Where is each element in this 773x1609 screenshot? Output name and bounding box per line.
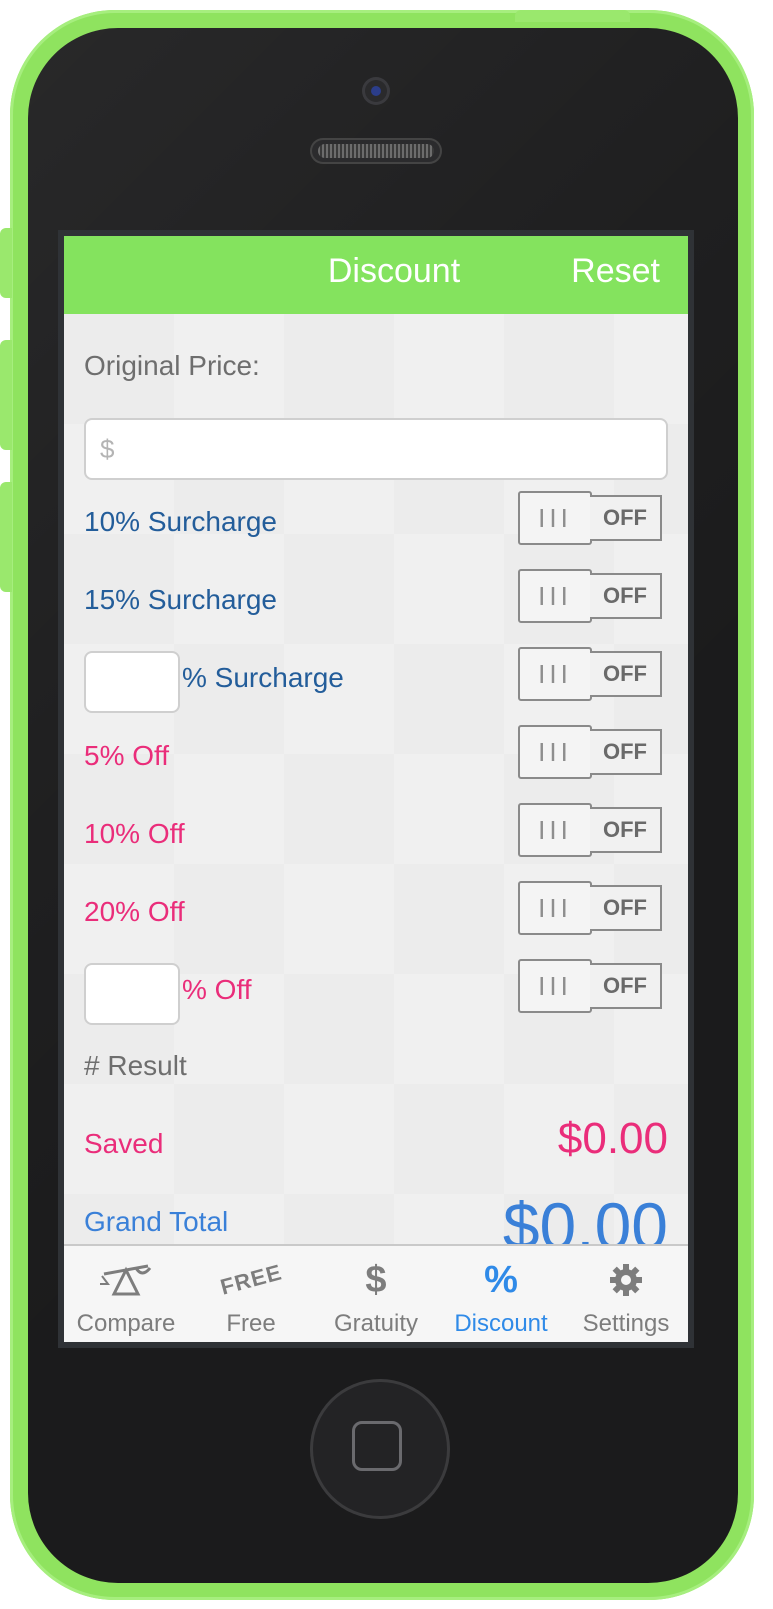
original-price-label: Original Price: (84, 350, 260, 381)
tab-label: Discount (454, 1310, 548, 1337)
tab-label: Settings (582, 1310, 670, 1337)
toggle-state: OFF (590, 651, 662, 697)
dollar-glyph: $ (365, 1258, 387, 1301)
toggle-grip: III (518, 959, 592, 1013)
tab-free[interactable]: FREE Free (189, 1246, 313, 1342)
surcharge-10-label: 10% Surcharge (84, 506, 278, 537)
toggle-state: OFF (590, 573, 662, 619)
custom-off-input[interactable] (84, 963, 180, 1025)
saved-label: Saved (84, 1128, 164, 1159)
tab-label: Gratuity (333, 1310, 419, 1337)
toggle-state: OFF (590, 495, 662, 541)
toggle-grip: III (518, 725, 592, 779)
grand-total-label: Grand Total (84, 1206, 229, 1237)
price-placeholder: $ (100, 434, 115, 464)
toggle-state: OFF (590, 963, 662, 1009)
percent-icon: % (439, 1258, 563, 1301)
tab-gratuity[interactable]: $ Gratuity (314, 1246, 438, 1342)
toggle-grip: III (518, 569, 592, 623)
volume-up-button (0, 340, 12, 450)
tab-discount[interactable]: % Discount (439, 1246, 563, 1342)
gear-icon (564, 1260, 688, 1300)
off-5-label: 5% Off (84, 740, 170, 771)
surcharge-15-label: 15% Surcharge (84, 584, 278, 615)
earpiece-speaker (310, 138, 442, 164)
front-camera (362, 77, 390, 105)
off-10-toggle[interactable]: III OFF (518, 803, 662, 857)
tab-compare[interactable]: Compare (64, 1246, 188, 1342)
tab-bar: Compare FREE Free $ Gratuity % Discount (64, 1244, 688, 1342)
free-icon-text: FREE (217, 1259, 285, 1300)
off-20-toggle[interactable]: III OFF (518, 881, 662, 935)
free-icon: FREE (189, 1259, 313, 1300)
custom-off-label: % Off (182, 974, 252, 1005)
surcharge-15-toggle[interactable]: III OFF (518, 569, 662, 623)
off-10-label: 10% Off (84, 818, 185, 849)
tab-settings[interactable]: Settings (564, 1246, 688, 1342)
scale-icon (64, 1260, 188, 1300)
tab-label: Free (226, 1310, 276, 1337)
percent-glyph: % (484, 1258, 518, 1301)
toggle-grip: III (518, 491, 592, 545)
reset-button[interactable]: Reset (571, 252, 660, 291)
toggle-grip: III (518, 803, 592, 857)
power-button (515, 10, 630, 22)
off-20-label: 20% Off (84, 896, 185, 927)
surcharge-10-toggle[interactable]: III OFF (518, 491, 662, 545)
original-price-input[interactable]: $ (84, 418, 668, 480)
toggle-state: OFF (590, 807, 662, 853)
mute-switch (0, 228, 12, 298)
toggle-state: OFF (590, 885, 662, 931)
toggle-grip: III (518, 647, 592, 701)
custom-surcharge-label: % Surcharge (182, 662, 344, 693)
custom-surcharge-input[interactable] (84, 651, 180, 713)
tab-label: Compare (76, 1310, 176, 1337)
volume-down-button (0, 482, 12, 592)
app-screen: Discount Reset Original Price: $ 10% Sur… (64, 236, 688, 1342)
toggle-state: OFF (590, 729, 662, 775)
off-5-toggle[interactable]: III OFF (518, 725, 662, 779)
saved-value: $0.00 (557, 1114, 668, 1163)
dollar-icon: $ (314, 1258, 438, 1301)
result-header: # Result (84, 1050, 187, 1081)
navigation-bar: Discount Reset (64, 236, 688, 314)
toggle-grip: III (518, 881, 592, 935)
custom-off-toggle[interactable]: III OFF (518, 959, 662, 1013)
custom-surcharge-toggle[interactable]: III OFF (518, 647, 662, 701)
home-button-icon (352, 1421, 402, 1471)
